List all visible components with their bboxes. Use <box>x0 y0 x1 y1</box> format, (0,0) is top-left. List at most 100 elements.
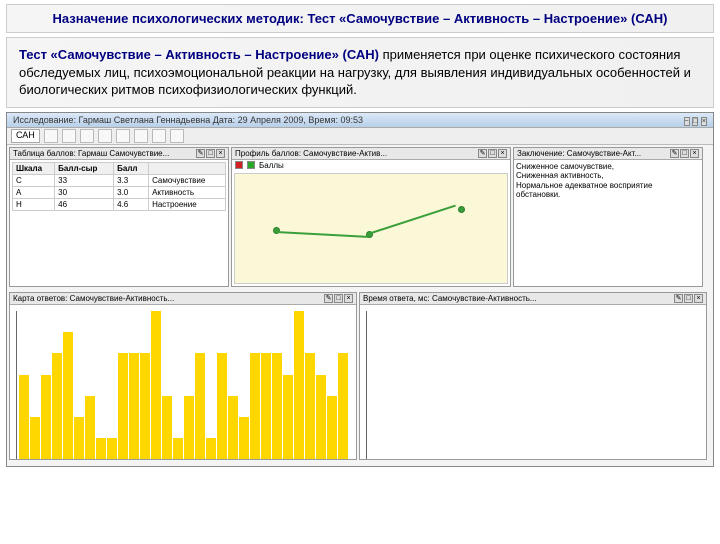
panel-response-time: Время ответа, мс: Самочувствие-Активност… <box>359 292 707 460</box>
maximize-icon[interactable]: □ <box>692 117 698 126</box>
panel-summary: Заключение: Самочувствие-Акт... ✎ □ × Сн… <box>513 147 703 287</box>
bar <box>195 353 205 458</box>
profile-legend: Баллы <box>232 160 510 171</box>
col-header: Балл <box>114 162 149 174</box>
bar <box>19 375 29 459</box>
bar <box>327 396 337 459</box>
summary-line: Нормальное адекватное восприятие <box>516 181 700 191</box>
data-point <box>458 206 465 213</box>
table-header-row: Шкала Балл-сыр Балл <box>13 162 226 174</box>
desc-lead: Тест «Самочувствие – Активность – Настро… <box>19 47 379 62</box>
panel-profile-chart: Профиль баллов: Самочувствие-Актив... ✎ … <box>231 147 511 287</box>
table-row[interactable]: Н 46 4.6 Настроение <box>13 198 226 210</box>
panel-title-text: Время ответа, мс: Самочувствие-Активност… <box>363 294 537 303</box>
app-window: Исследование: Гармаш Светлана Геннадьевн… <box>6 112 714 467</box>
toolbar-button[interactable] <box>152 129 166 143</box>
table-row[interactable]: С 33 3.3 Самочувствие <box>13 174 226 186</box>
legend-label: Баллы <box>259 161 284 170</box>
summary-text: Сниженное самочувствие, Сниженная активн… <box>514 160 702 286</box>
page-title: Назначение психологических методик: Тест… <box>6 4 714 33</box>
profile-plot-area: С А Н <box>234 173 508 284</box>
bar <box>228 396 238 459</box>
close-icon[interactable]: × <box>701 117 707 126</box>
line-segment <box>368 205 456 235</box>
bar <box>250 353 260 458</box>
bar <box>162 396 172 459</box>
minimize-icon[interactable]: − <box>684 117 690 126</box>
bar <box>316 375 326 459</box>
bar <box>96 438 106 458</box>
bar <box>140 353 150 458</box>
legend-swatch-green <box>247 161 255 169</box>
toolbar: САН <box>7 128 713 145</box>
panel-close-icon[interactable]: × <box>498 149 507 158</box>
summary-line: Сниженная активность, <box>516 171 700 181</box>
panel-edit-icon[interactable]: ✎ <box>324 294 333 303</box>
bar <box>63 332 73 459</box>
panel-max-icon[interactable]: □ <box>684 294 693 303</box>
panel-close-icon[interactable]: × <box>694 294 703 303</box>
bar <box>30 417 40 459</box>
panel-edit-icon[interactable]: ✎ <box>478 149 487 158</box>
panel-edit-icon[interactable]: ✎ <box>670 149 679 158</box>
bar <box>206 438 216 458</box>
bar <box>305 353 315 458</box>
tab-san[interactable]: САН <box>11 129 40 143</box>
panel-edit-icon[interactable]: ✎ <box>674 294 683 303</box>
panel-max-icon[interactable]: □ <box>488 149 497 158</box>
bar <box>272 353 282 458</box>
panel-edit-icon[interactable]: ✎ <box>196 149 205 158</box>
bar <box>239 417 249 459</box>
line-segment <box>276 231 368 237</box>
bar <box>107 438 117 458</box>
panel-close-icon[interactable]: × <box>344 294 353 303</box>
col-header: Балл-сыр <box>55 162 114 174</box>
toolbar-button[interactable] <box>80 129 94 143</box>
description-block: Тест «Самочувствие – Активность – Настро… <box>6 37 714 108</box>
bar <box>217 353 227 458</box>
bar <box>85 396 95 459</box>
bar <box>41 375 51 459</box>
toolbar-button[interactable] <box>134 129 148 143</box>
title-text: Назначение психологических методик: Тест… <box>53 11 668 26</box>
window-controls: − □ × <box>684 115 707 125</box>
window-title: Исследование: Гармаш Светлана Геннадьевн… <box>13 115 363 125</box>
panel-title-text: Заключение: Самочувствие-Акт... <box>517 149 641 158</box>
panel-title-text: Профиль баллов: Самочувствие-Актив... <box>235 149 387 158</box>
toolbar-button[interactable] <box>44 129 58 143</box>
panel-score-table: Таблица баллов: Гармаш Самочувствие... ✎… <box>9 147 229 287</box>
bar <box>52 353 62 458</box>
panel-max-icon[interactable]: □ <box>206 149 215 158</box>
bar <box>74 417 84 459</box>
bar <box>151 311 161 459</box>
col-header: Шкала <box>13 162 55 174</box>
panels-container: Таблица баллов: Гармаш Самочувствие... ✎… <box>7 145 713 465</box>
bar <box>283 375 293 459</box>
window-titlebar: Исследование: Гармаш Светлана Геннадьевн… <box>7 113 713 128</box>
bar <box>184 396 194 459</box>
col-header <box>149 162 226 174</box>
toolbar-button[interactable] <box>62 129 76 143</box>
bar <box>261 353 271 458</box>
bar <box>173 438 183 458</box>
answer-bars: 7 4 0 <box>16 311 350 459</box>
summary-line: Сниженное самочувствие, <box>516 162 700 172</box>
legend-swatch-red <box>235 161 243 169</box>
panel-close-icon[interactable]: × <box>690 149 699 158</box>
toolbar-button[interactable] <box>116 129 130 143</box>
bar <box>338 353 348 458</box>
panel-title-text: Таблица баллов: Гармаш Самочувствие... <box>13 149 169 158</box>
score-table: Шкала Балл-сыр Балл С 33 3.3 Самочувстви… <box>12 162 226 211</box>
toolbar-button[interactable] <box>98 129 112 143</box>
table-row[interactable]: А 30 3.0 Активность <box>13 186 226 198</box>
toolbar-button[interactable] <box>170 129 184 143</box>
panel-max-icon[interactable]: □ <box>680 149 689 158</box>
bar <box>118 353 128 458</box>
time-bars: 30000 23400 13800 0 <box>366 311 700 459</box>
panel-max-icon[interactable]: □ <box>334 294 343 303</box>
bar <box>129 353 139 458</box>
panel-title-text: Карта ответов: Самочувствие-Активность..… <box>13 294 174 303</box>
panel-close-icon[interactable]: × <box>216 149 225 158</box>
summary-line: обстановки. <box>516 190 700 200</box>
bar <box>294 311 304 459</box>
